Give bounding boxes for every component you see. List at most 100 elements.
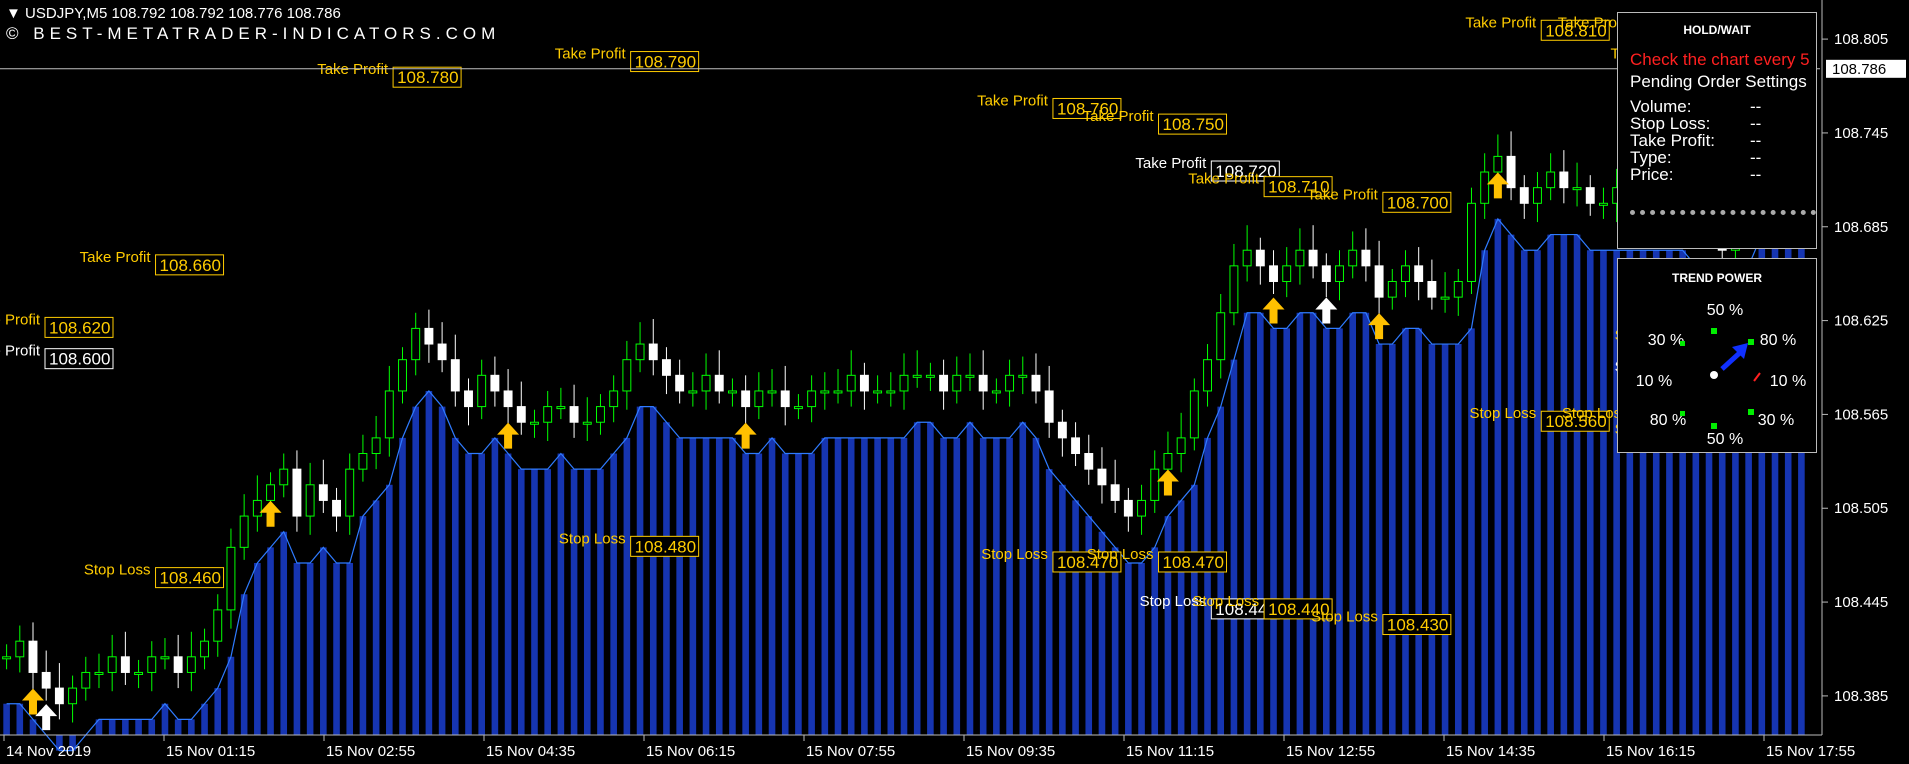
time-tick-label: 15 Nov 07:55 [806,743,895,760]
candle-body [1018,374,1028,378]
candle-body [292,468,302,517]
candle-body [1203,359,1212,392]
candle-body [1176,437,1186,455]
candle-body [1282,265,1292,282]
candle-body [1361,249,1371,267]
candle-body [200,640,210,658]
price-tick-label: 108.625 [1834,313,1888,330]
settings-rows: Volume: -- Stop Loss: -- Take Profit: -- Ty… [1630,98,1816,183]
candle-body [754,390,764,408]
candle-body [1123,499,1133,517]
candle-body [846,374,856,392]
menu-triangle-icon[interactable]: ▼ [6,5,21,22]
pending-order-settings: Pending Order Settings [1630,72,1807,91]
candle-body [239,515,249,548]
candle-body [1071,437,1081,455]
candle-body [767,390,777,394]
candle-body [820,390,830,394]
candle-body [609,390,619,408]
candle-body [807,390,817,408]
candle-body [912,374,922,378]
candle-body [1585,187,1595,204]
signal-price: 108.600 [49,350,110,369]
candle-body [582,421,592,425]
price-tick-label: 108.385 [1834,688,1888,705]
price-tick-label: 108.565 [1834,406,1888,423]
candle-body [793,406,803,410]
signal-label: Stop Loss [1087,546,1154,563]
candle-body [1255,249,1265,267]
hold-wait-title: HOLD/WAIT [1683,23,1751,37]
dial-label: 30 % [1758,412,1794,429]
candle-body [477,374,487,408]
signal-label: Take Profit [0,311,41,328]
signal-price: 108.780 [397,68,458,87]
candle-body [1533,187,1542,204]
settings-row: Type: -- [1630,148,1762,167]
time-tick-label: 15 Nov 14:35 [1446,743,1535,760]
candle-body [635,343,645,361]
candle-body [1057,421,1067,439]
candle-body [1414,265,1424,282]
settings-row: Price: -- [1630,165,1762,184]
candle-body [859,374,869,392]
candle-body [543,406,553,423]
candle-body [569,406,579,423]
candle-body [252,499,262,517]
candle-body [1427,280,1437,298]
signal-label: Take Profit [0,343,41,360]
candle-body [939,374,949,392]
signal-label: Take Profit [80,249,152,266]
price-tick-label: 108.805 [1834,31,1888,48]
candle-body [1480,171,1490,204]
current-price-label: 108.786 [1832,61,1886,78]
watermark: © BEST-METATRADER-INDICATORS.COM [6,24,501,43]
candle-body [1519,187,1529,204]
signal-label: Take Profit [1083,108,1155,125]
signal-label: Take Profit [555,46,627,63]
time-tick-label: 15 Nov 17:55 [1766,743,1855,760]
candle-body [2,656,12,660]
candle-body [464,390,473,408]
candle-body [450,359,460,392]
signal-label: Stop Loss [559,530,626,547]
candle-body [1335,265,1344,282]
price-tick-label: 108.685 [1834,219,1888,236]
candle-body [147,656,157,673]
signal-price: 108.460 [160,569,221,588]
candle-body [1295,249,1305,267]
candle-body [358,453,368,470]
red-tick-icon [1753,372,1761,382]
candle-body [1493,155,1503,173]
candle-body [28,640,38,673]
alert-text: Check the chart every 5 [1630,50,1810,69]
buy-arrow-icon [259,500,282,527]
dial-label: 50 % [1707,302,1743,319]
candle-body [41,671,51,689]
candle-body [424,327,434,345]
trend-power-dial: 50 % 80 % 10 % 30 % 50 % 80 % 10 % 30 % [1636,302,1806,448]
candle-body [701,374,711,392]
signal-price: 108.660 [160,256,221,275]
candle-body [648,343,658,361]
candle-body [384,390,394,439]
candle-body [1097,468,1107,486]
candle-body [1348,249,1358,267]
dial-dot [1748,339,1754,345]
candle-body [279,468,289,486]
candle-body [1044,390,1054,423]
time-tick-label: 14 Nov 2019 [6,743,91,760]
signal-label: Stop Loss [1311,609,1378,626]
dial-dot [1711,423,1717,429]
candle-body [780,390,790,408]
candle-body [490,374,500,392]
candle-body [516,406,526,423]
candle-body [675,374,685,392]
signal-label: Take Profit [1188,171,1260,188]
candle-body [1084,453,1094,470]
candle-body [1308,249,1318,267]
candle-body [503,390,513,408]
signal-label: Take Profit [977,92,1049,109]
signal-label: Stop Loss [1192,593,1259,610]
signal-label: Take Profit [1135,155,1207,172]
